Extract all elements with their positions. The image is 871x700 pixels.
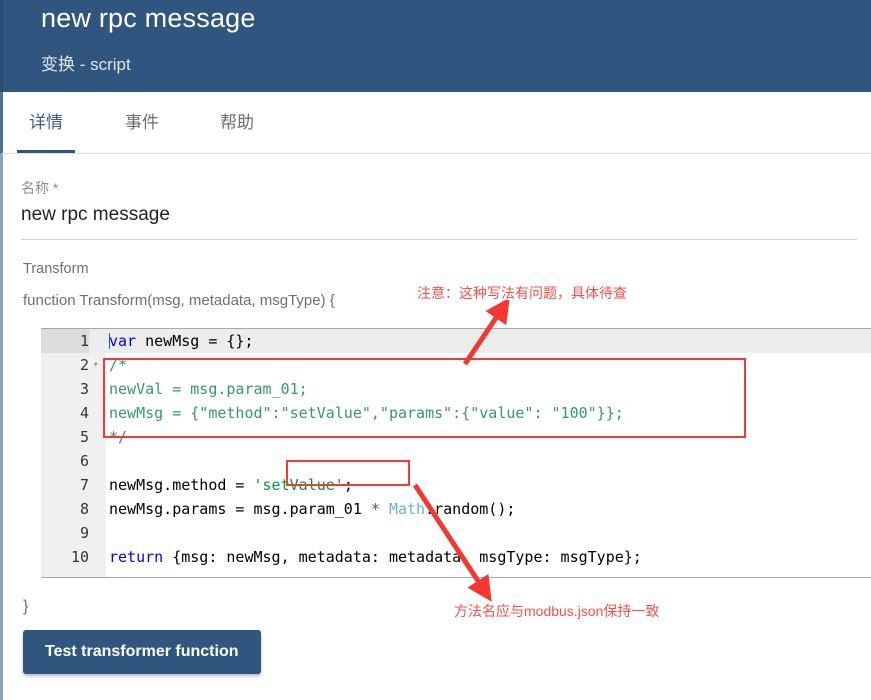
page-subtitle: 变换 - script bbox=[41, 55, 131, 74]
editor-line[interactable]: 9 bbox=[80, 521, 871, 545]
line-number: 2 bbox=[79, 356, 89, 374]
code-editor[interactable]: 1 var newMsg = {}; 2 ▾ /* 3 newVal = msg… bbox=[41, 328, 871, 578]
line-number: 8 bbox=[79, 500, 89, 518]
page-title: new rpc message bbox=[41, 3, 256, 33]
line-content: /* bbox=[109, 356, 128, 374]
transform-script-dialog: new rpc message 变换 - script 详情 事件 帮助 名称 … bbox=[0, 0, 871, 700]
line-content bbox=[107, 449, 871, 473]
editor-line[interactable]: 5 */ bbox=[80, 425, 871, 449]
editor-line[interactable]: 8 newMsg.params = msg.param_01 * Math.ra… bbox=[80, 497, 871, 521]
line-number: 7 bbox=[79, 476, 89, 494]
tab-details[interactable]: 详情 bbox=[17, 92, 75, 153]
editor-line[interactable]: 3 newVal = msg.param_01; bbox=[80, 377, 871, 401]
name-field-underline bbox=[21, 239, 857, 240]
line-number: 6 bbox=[79, 452, 89, 470]
tab-help[interactable]: 帮助 bbox=[208, 92, 266, 153]
line-content: var newMsg = {}; bbox=[109, 332, 254, 350]
editor-line[interactable]: 1 var newMsg = {}; bbox=[41, 329, 871, 353]
line-number: 9 bbox=[79, 524, 89, 542]
test-transformer-function-button[interactable]: Test transformer function bbox=[23, 630, 261, 674]
editor-line[interactable]: 10 return {msg: newMsg, metadata: metada… bbox=[71, 545, 871, 569]
line-content: newVal = msg.param_01; bbox=[109, 380, 308, 398]
line-number: 1 bbox=[41, 329, 89, 353]
annotation-text-top: 注意：这种写法有问题，具体待查 bbox=[417, 285, 627, 301]
tab-bar: 详情 事件 帮助 bbox=[0, 92, 871, 154]
details-panel: 名称 * new rpc message Transform function … bbox=[0, 154, 871, 700]
annotation-text-bottom: 方法名应与modbus.json保持一致 bbox=[454, 603, 660, 619]
fold-toggle-icon[interactable]: ▾ bbox=[93, 353, 98, 377]
dialog-header: new rpc message 变换 - script bbox=[0, 0, 871, 92]
line-content: newMsg.params = msg.param_01 * Math.rand… bbox=[109, 500, 516, 518]
function-close-brace: } bbox=[23, 598, 29, 615]
editor-code-area[interactable]: 1 var newMsg = {}; 2 ▾ /* 3 newVal = msg… bbox=[41, 329, 871, 577]
line-content: newMsg.method = 'setValue'; bbox=[109, 476, 353, 494]
transform-section-label: Transform bbox=[23, 261, 89, 277]
editor-line[interactable]: 2 ▾ /* bbox=[80, 353, 871, 377]
editor-line[interactable]: 6 bbox=[80, 449, 871, 473]
line-content bbox=[107, 521, 871, 545]
line-number: 10 bbox=[70, 548, 89, 566]
line-number: 5 bbox=[79, 428, 89, 446]
line-content: */ bbox=[109, 428, 128, 446]
line-number: 4 bbox=[79, 404, 89, 422]
line-content: newMsg = {"method":"setValue","params":{… bbox=[109, 404, 624, 422]
function-signature: function Transform(msg, metadata, msgTyp… bbox=[23, 292, 335, 309]
line-number: 3 bbox=[79, 380, 89, 398]
editor-line[interactable]: 7 newMsg.method = 'setValue'; bbox=[80, 473, 871, 497]
name-field-label: 名称 * bbox=[21, 180, 59, 196]
line-content: return {msg: newMsg, metadata: metadata,… bbox=[109, 548, 642, 566]
editor-line[interactable]: 4 newMsg = {"method":"setValue","params"… bbox=[80, 401, 871, 425]
tab-events[interactable]: 事件 bbox=[113, 92, 171, 153]
name-input[interactable]: new rpc message bbox=[21, 204, 170, 226]
